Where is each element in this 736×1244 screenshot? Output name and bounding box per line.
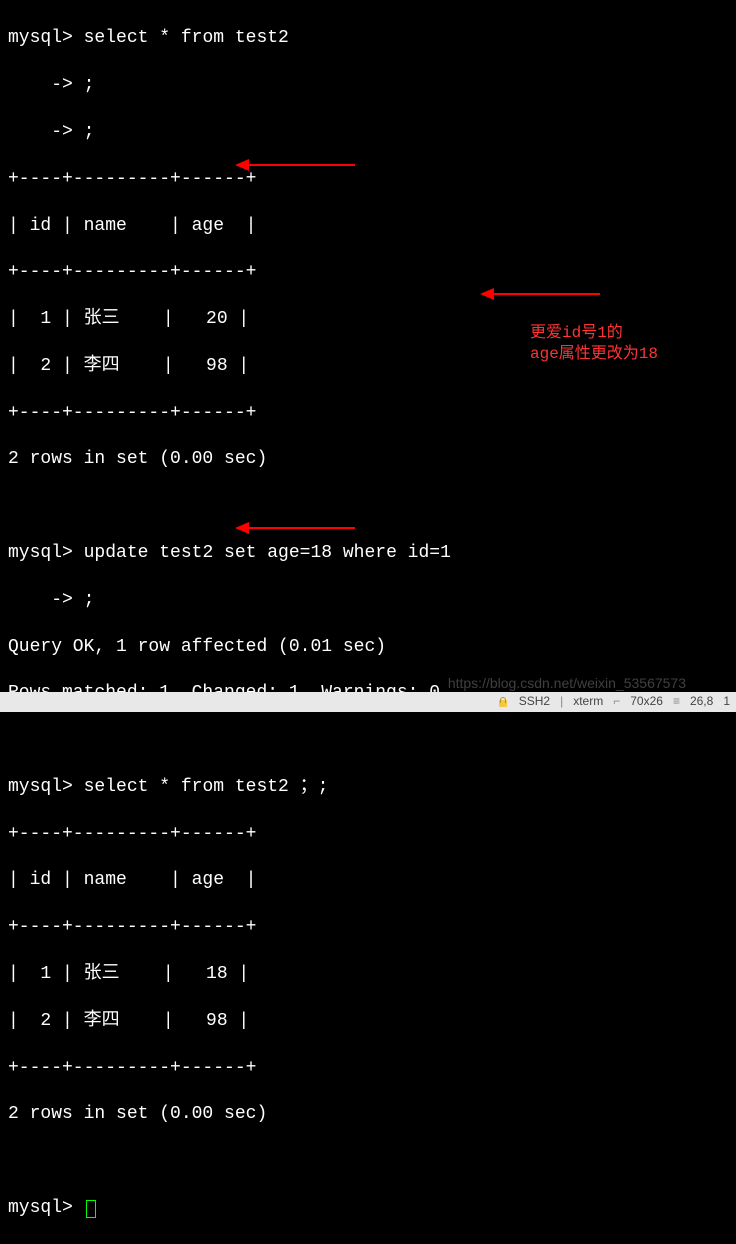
watermark-text: https://blog.csdn.net/weixin_53567573 [448,674,686,692]
line-cont2: -> ; [8,121,728,144]
prompt-current[interactable]: mysql> [8,1197,728,1220]
table1-border-bot: +----+---------+------+ [8,402,728,425]
line-update: mysql> update test2 set age=18 where id=… [8,542,728,565]
line-select1: mysql> select * from test2 [8,27,728,50]
status-size: 70x26 [630,694,663,710]
line-select2: mysql> select * from test2 ；; [8,776,728,799]
table2-border-bot: +----+---------+------+ [8,1057,728,1080]
separator-icon: ≡ [673,694,680,710]
table2-row-2: | 2 | 李四 | 98 | [8,1010,728,1033]
table2-header: | id | name | age | [8,869,728,892]
update-result-1: Query OK, 1 row affected (0.01 sec) [8,636,728,659]
table1-border-top: +----+---------+------+ [8,168,728,191]
status-pos: 26,8 [690,694,713,710]
table1-footer: 2 rows in set (0.00 sec) [8,448,728,471]
lock-icon [497,696,509,708]
status-proto: SSH2 [519,694,550,710]
status-bar: SSH2 | xterm ⌐ 70x26 ≡ 26,8 1 [0,692,736,712]
blank-3 [8,1150,728,1173]
terminal-output: mysql> select * from test2 -> ; -> ; +--… [8,4,728,1244]
status-term: xterm [573,694,603,710]
line-cont1: -> ; [8,74,728,97]
separator-icon: ⌐ [613,694,620,710]
annotation-line1: 更爱id号1的 [530,323,658,344]
separator-icon: | [560,694,563,710]
table1-header: | id | name | age | [8,215,728,238]
table2-border-top: +----+---------+------+ [8,823,728,846]
blank-2 [8,729,728,752]
blank-1 [8,495,728,518]
table2-row-1: | 1 | 张三 | 18 | [8,963,728,986]
annotation-line2: age属性更改为18 [530,344,658,365]
table2-footer: 2 rows in set (0.00 sec) [8,1103,728,1126]
line-update-cont: -> ; [8,589,728,612]
table1-border-mid: +----+---------+------+ [8,261,728,284]
annotation-text: 更爱id号1的 age属性更改为18 [530,323,658,365]
status-extra: 1 [723,694,730,710]
table2-border-mid: +----+---------+------+ [8,916,728,939]
cursor-icon [86,1200,96,1218]
